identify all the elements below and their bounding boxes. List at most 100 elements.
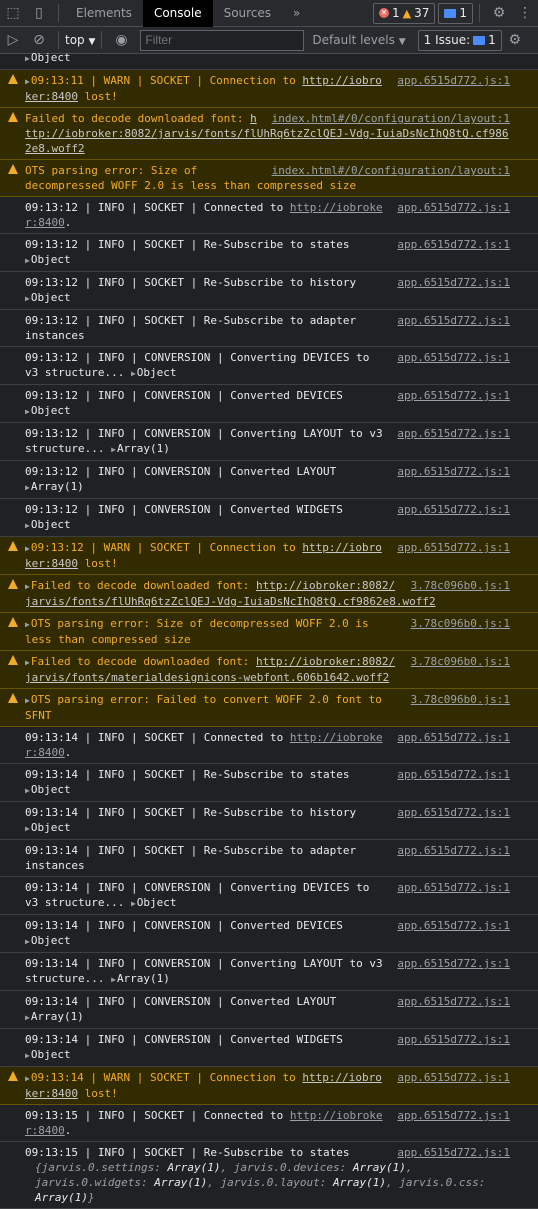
- settings-gear-icon[interactable]: ⚙: [486, 0, 512, 26]
- warning-icon: [8, 164, 18, 174]
- object-expander[interactable]: ▶Object: [25, 821, 71, 834]
- expand-triangle-icon: ▶: [25, 407, 30, 416]
- more-options-icon[interactable]: ⋮: [512, 0, 538, 26]
- preview-value: Array(1): [352, 1161, 406, 1174]
- error-warning-counts[interactable]: ✕ 1 ▲ 37: [372, 2, 436, 24]
- log-entry: 3.78c096b0.js:1 ▶Failed to decode downloa…: [0, 651, 538, 689]
- source-link[interactable]: app.6515d772.js:1: [397, 918, 510, 933]
- source-link[interactable]: 3.78c096b0.js:1: [411, 578, 510, 593]
- expand-triangle-icon[interactable]: ▶: [25, 544, 30, 553]
- source-link[interactable]: app.6515d772.js:1: [397, 730, 510, 745]
- object-expander[interactable]: ▶Object: [25, 783, 71, 796]
- log-entry: 3.78c096b0.js:1 ▶OTS parsing error: Size …: [0, 613, 538, 651]
- expand-triangle-icon[interactable]: ▶: [25, 77, 30, 86]
- object-expander[interactable]: ▶Object: [25, 518, 71, 531]
- log-entry: app.6515d772.js:1 09:13:12 | INFO | CONVE…: [0, 347, 538, 385]
- inspect-element-icon[interactable]: ⬚: [0, 0, 26, 26]
- source-link[interactable]: app.6515d772.js:1: [397, 313, 510, 328]
- log-entry: index.html#/0/configuration/layout:1 Fail…: [0, 108, 538, 160]
- object-expander[interactable]: ▶Array(1): [25, 480, 84, 493]
- log-message-suffix: lost!: [77, 557, 118, 570]
- preview-value: Array(1): [333, 1176, 387, 1189]
- source-link[interactable]: app.6515d772.js:1: [397, 350, 510, 365]
- source-link[interactable]: app.6515d772.js:1: [397, 200, 510, 215]
- source-link[interactable]: app.6515d772.js:1: [397, 994, 510, 1009]
- log-levels-dropdown[interactable]: Default levels ▼: [312, 33, 405, 47]
- tab-console[interactable]: Console: [142, 0, 213, 27]
- log-entry: app.6515d772.js:1 09:13:12 | INFO | CONVE…: [0, 385, 538, 423]
- error-icon: ✕: [378, 8, 389, 18]
- source-link[interactable]: app.6515d772.js:1: [397, 237, 510, 252]
- object-expander[interactable]: ▶Object: [25, 291, 71, 304]
- source-link[interactable]: app.6515d772.js:1: [397, 843, 510, 858]
- object-label: Object: [30, 1048, 71, 1061]
- log-entry: app.6515d772.js:1 09:13:14 | INFO | SOCKE…: [0, 727, 538, 764]
- expand-triangle-icon: ▶: [25, 483, 30, 492]
- source-link[interactable]: app.6515d772.js:1: [397, 880, 510, 895]
- source-link[interactable]: app.6515d772.js:1: [397, 73, 510, 88]
- log-message: 09:13:15 | INFO | SOCKET | Connected to: [25, 1109, 290, 1122]
- object-label: Object: [30, 291, 71, 304]
- expand-triangle-icon[interactable]: ▶: [25, 620, 30, 629]
- log-entry: index.html#/0/configuration/layout:1 OTS …: [0, 160, 538, 197]
- log-message: 09:13:12 | INFO | SOCKET | Re-Subscribe …: [25, 314, 357, 342]
- warning-icon: [8, 579, 18, 589]
- divider: [479, 4, 480, 22]
- issues-label: 1 Issue:: [423, 33, 471, 47]
- object-label: Array(1): [30, 480, 84, 493]
- log-message-suffix: lost!: [77, 90, 118, 103]
- object-expander[interactable]: ▶Object: [25, 253, 71, 266]
- log-message: 09:13:14 | INFO | CONVERSION | Convertin…: [25, 881, 370, 909]
- context-selector[interactable]: top ▼: [65, 33, 95, 47]
- expand-triangle-icon[interactable]: ▶: [25, 696, 30, 705]
- object-expander[interactable]: ▶Array(1): [111, 442, 170, 455]
- source-link[interactable]: app.6515d772.js:1: [397, 805, 510, 820]
- object-expander[interactable]: ▶Array(1): [25, 1010, 84, 1023]
- source-link[interactable]: app.6515d772.js:1: [397, 1032, 510, 1047]
- levels-value: Default levels: [312, 33, 395, 47]
- log-message: 09:13:12 | WARN | SOCKET | Connection to: [30, 541, 303, 554]
- object-expander[interactable]: ▶Object: [25, 404, 71, 417]
- warning-icon: ▲: [402, 6, 412, 20]
- object-expander[interactable]: ▶Array(1): [111, 972, 170, 985]
- source-link[interactable]: 3.78c096b0.js:1: [411, 616, 510, 631]
- source-link[interactable]: 3.78c096b0.js:1: [411, 692, 510, 707]
- log-message: 09:13:14 | INFO | CONVERSION | Convertin…: [25, 957, 383, 985]
- source-link[interactable]: app.6515d772.js:1: [397, 1108, 510, 1123]
- source-link[interactable]: app.6515d772.js:1: [397, 388, 510, 403]
- context-value: top: [65, 33, 85, 47]
- object-expander[interactable]: ▶Object: [25, 1048, 71, 1061]
- source-link[interactable]: app.6515d772.js:1: [397, 540, 510, 555]
- expand-triangle-icon: ▶: [111, 445, 116, 454]
- preview-value: Array(1): [167, 1161, 221, 1174]
- object-expander[interactable]: ▶Object: [25, 51, 71, 64]
- tab-sources[interactable]: Sources: [213, 0, 282, 27]
- source-link[interactable]: app.6515d772.js:1: [397, 426, 510, 441]
- tab-elements[interactable]: Elements: [65, 0, 143, 27]
- source-link[interactable]: app.6515d772.js:1: [397, 502, 510, 517]
- source-link[interactable]: app.6515d772.js:1: [397, 275, 510, 290]
- log-message: 09:13:14 | INFO | SOCKET | Re-Subscribe …: [25, 768, 350, 781]
- object-expander[interactable]: ▶Object: [25, 934, 71, 947]
- object-preview[interactable]: {jarvis.0.settings: Array(1), jarvis.0.d…: [25, 1160, 510, 1205]
- device-toolbar-icon[interactable]: ▯: [26, 0, 52, 26]
- source-link[interactable]: app.6515d772.js:1: [397, 767, 510, 782]
- message-icon: [473, 35, 486, 45]
- source-link[interactable]: app.6515d772.js:1: [397, 1070, 510, 1085]
- source-link[interactable]: index.html#/0/configuration/layout:1: [272, 163, 510, 178]
- log-message: OTS parsing error: Size of decompressed …: [25, 617, 369, 646]
- messages-count[interactable]: 1: [438, 2, 473, 24]
- expand-triangle-icon[interactable]: ▶: [25, 582, 30, 591]
- source-link[interactable]: app.6515d772.js:1: [397, 1145, 510, 1160]
- object-expander[interactable]: ▶Object: [131, 896, 177, 909]
- source-link[interactable]: 3.78c096b0.js:1: [411, 654, 510, 669]
- more-tabs-button[interactable]: »: [282, 0, 311, 27]
- source-link[interactable]: app.6515d772.js:1: [397, 956, 510, 971]
- source-link[interactable]: index.html#/0/configuration/layout:1: [272, 111, 510, 126]
- source-link[interactable]: app.6515d772.js:1: [397, 464, 510, 479]
- log-entry: app.6515d772.js:1 09:13:14 | INFO | CONVE…: [0, 953, 538, 991]
- object-expander[interactable]: ▶Object: [131, 366, 177, 379]
- log-entry: app.6515d772.js:1 09:13:12 | INFO | CONVE…: [0, 499, 538, 537]
- expand-triangle-icon[interactable]: ▶: [25, 658, 30, 667]
- expand-triangle-icon[interactable]: ▶: [25, 1074, 30, 1083]
